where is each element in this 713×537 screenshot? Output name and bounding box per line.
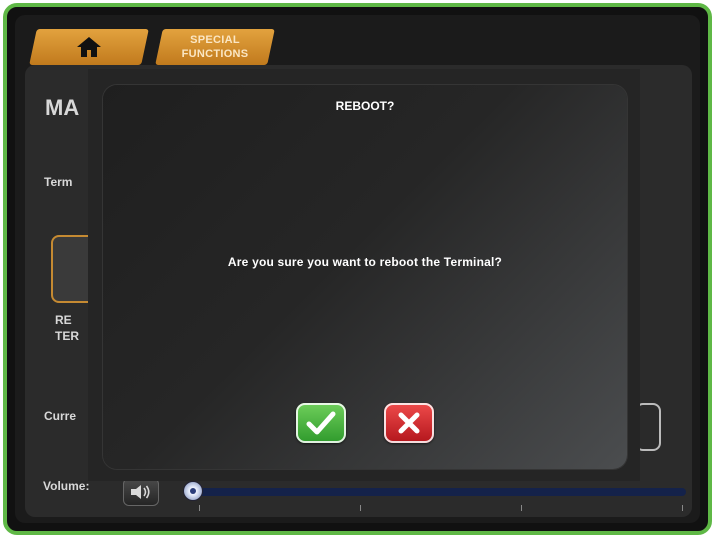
speaker-icon	[131, 485, 150, 499]
tab-special-functions[interactable]: SPECIAL FUNCTIONS	[155, 29, 275, 65]
reboot-terminal-label: RE TER	[55, 312, 79, 344]
home-icon	[77, 37, 101, 57]
reboot-dialog: REBOOT? Are you sure you want to reboot …	[103, 85, 627, 469]
terminal-label: Term	[44, 175, 73, 189]
volume-tick	[682, 505, 683, 511]
current-label: Curre	[44, 409, 77, 423]
confirm-button[interactable]	[296, 403, 346, 443]
reboot-terminal-label-line1: RE	[55, 313, 72, 327]
volume-label: Volume:	[43, 479, 90, 493]
volume-tick	[521, 505, 522, 511]
volume-tick	[360, 505, 361, 511]
volume-tick	[199, 505, 200, 511]
reboot-terminal-label-line2: TER	[55, 329, 79, 343]
close-icon	[398, 412, 420, 434]
checkmark-icon	[306, 411, 336, 435]
cancel-button[interactable]	[384, 403, 434, 443]
tab-home[interactable]	[29, 29, 149, 65]
volume-slider-track[interactable]	[192, 488, 686, 496]
mute-button[interactable]	[123, 478, 159, 506]
dialog-message: Are you sure you want to reboot the Term…	[227, 255, 503, 269]
page-title: MA	[45, 95, 80, 120]
tab-special-functions-label: SPECIAL FUNCTIONS	[181, 34, 249, 60]
volume-slider-knob[interactable]	[183, 481, 203, 501]
dialog-title: REBOOT?	[335, 99, 395, 113]
app-frame: SPECIAL FUNCTIONS MA Term RE TER Curre V…	[3, 3, 712, 535]
